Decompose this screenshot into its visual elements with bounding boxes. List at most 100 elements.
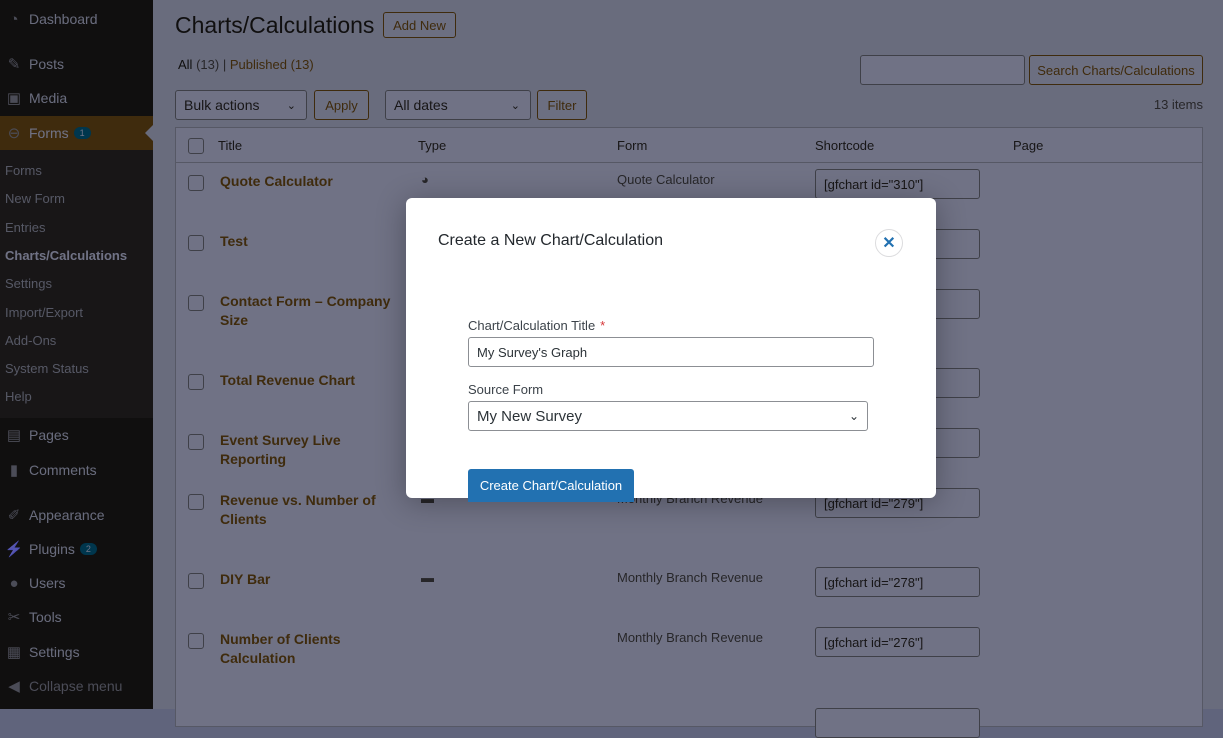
sidebar-item-label: Pages <box>29 427 69 443</box>
chart-title-link[interactable]: Quote Calculator <box>220 172 405 191</box>
chart-title-link[interactable]: Test <box>220 232 405 251</box>
shortcode-field[interactable]: [gfchart id="278"] <box>815 567 980 597</box>
row-checkbox[interactable] <box>188 175 204 191</box>
form-name: Monthly Branch Revenue <box>617 630 763 645</box>
items-count: 13 items <box>1153 97 1203 112</box>
comment-icon: ▮ <box>9 462 19 479</box>
create-chart-modal: Create a New Chart/Calculation ✕ Chart/C… <box>406 198 936 502</box>
column-header-type[interactable]: Type <box>418 138 446 153</box>
pie-chart-icon: ◕ <box>421 172 429 187</box>
sidebar-item-label: Tools <box>29 609 62 625</box>
add-new-button[interactable]: Add New <box>383 12 456 38</box>
submenu-item[interactable]: Charts/Calculations <box>5 248 127 263</box>
column-header-form[interactable]: Form <box>617 138 647 153</box>
sidebar-item-label: Collapse menu <box>29 678 123 694</box>
dashboard-icon: ◔ <box>9 10 19 28</box>
modal-title: Create a New Chart/Calculation <box>438 232 663 249</box>
select-all-checkbox[interactable] <box>188 138 204 154</box>
media-icon: ▣ <box>6 90 22 107</box>
sidebar-item-label: Media <box>29 90 68 106</box>
status-filter: All (13) | Published (13) <box>178 57 314 72</box>
search-input[interactable] <box>860 55 1025 85</box>
sidebar-item-posts[interactable]: ✎ Posts <box>0 47 153 81</box>
sidebar-item-label: Appearance <box>29 507 105 523</box>
row-checkbox[interactable] <box>188 295 204 311</box>
form-name: Monthly Branch Revenue <box>617 570 763 585</box>
forms-icon: ⊖ <box>7 125 21 142</box>
sidebar-item-plugins[interactable]: ⚡ Plugins 2 <box>0 532 153 566</box>
submenu-item[interactable]: System Status <box>5 361 89 376</box>
filter-all[interactable]: All (13) <box>178 57 219 72</box>
chart-title-link[interactable]: Number of Clients Calculation <box>220 630 405 668</box>
create-chart-button[interactable]: Create Chart/Calculation <box>468 469 634 502</box>
bar-chart-icon: ▬ <box>421 570 434 585</box>
form-name: Quote Calculator <box>617 172 715 187</box>
chart-title-link[interactable]: Revenue vs. Number of Clients <box>220 491 405 529</box>
filter-button[interactable]: Filter <box>537 90 587 120</box>
column-header-page[interactable]: Page <box>1013 138 1043 153</box>
dates-select[interactable]: All dates ⌄ <box>385 90 531 120</box>
sidebar-item-tools[interactable]: ✂ Tools <box>0 600 153 634</box>
shortcode-field[interactable] <box>815 708 980 738</box>
search-button[interactable]: Search Charts/Calculations <box>1029 55 1203 85</box>
sidebar-item-settings[interactable]: ▦ Settings <box>0 635 153 669</box>
pin-icon: ✎ <box>7 56 21 73</box>
sidebar-item-collapse-menu[interactable]: ◀ Collapse menu <box>0 669 153 703</box>
row-checkbox[interactable] <box>188 494 204 510</box>
chart-title-link[interactable]: Contact Form – Company Size <box>220 292 405 330</box>
submenu-item[interactable]: Add-Ons <box>5 333 56 348</box>
row-checkbox[interactable] <box>188 573 204 589</box>
settings-icon: ▦ <box>6 644 22 661</box>
admin-sidebar: Forms New Form Entries Charts/Calculations S… <box>0 0 153 709</box>
row-checkbox[interactable] <box>188 374 204 390</box>
page-title: Charts/Calculations <box>175 12 375 38</box>
sidebar-item-label: Users <box>29 575 66 591</box>
count-badge: 2 <box>79 543 97 555</box>
submenu-item[interactable]: Forms <box>5 163 42 178</box>
column-header-title[interactable]: Title <box>218 138 242 153</box>
submenu-item[interactable]: New Form <box>5 191 65 206</box>
plugin-icon: ⚡ <box>4 541 24 558</box>
header-divider <box>176 162 1202 163</box>
source-form-label: Source Form <box>468 382 544 397</box>
sidebar-item-appearance[interactable]: ✐ Appearance <box>0 498 153 532</box>
sidebar-item-comments[interactable]: ▮ Comments <box>0 453 153 487</box>
sidebar-item-label: Dashboard <box>29 11 98 27</box>
sidebar-item-pages[interactable]: ▤ Pages <box>0 418 153 452</box>
submenu-item[interactable]: Help <box>5 389 32 404</box>
sidebar-item-label: Forms <box>29 125 69 141</box>
chevron-down-icon: ⌄ <box>848 409 859 423</box>
chart-title-input[interactable] <box>468 337 874 367</box>
collapse-icon: ◀ <box>8 678 20 695</box>
chart-title-link[interactable]: Event Survey Live Reporting <box>220 431 405 469</box>
row-checkbox[interactable] <box>188 434 204 450</box>
shortcode-field[interactable]: [gfchart id="276"] <box>815 627 980 657</box>
forms-submenu: Forms New Form Entries Charts/Calculations S… <box>0 150 153 418</box>
wrench-icon: ✂ <box>7 609 21 626</box>
apply-button[interactable]: Apply <box>314 90 369 120</box>
filter-published[interactable]: Published (13) <box>230 57 314 72</box>
submenu-item[interactable]: Entries <box>5 220 45 235</box>
shortcode-field[interactable]: [gfchart id="310"] <box>815 169 980 199</box>
column-header-shortcode[interactable]: Shortcode <box>815 138 874 153</box>
sidebar-item-users[interactable]: ● Users <box>0 566 153 600</box>
sidebar-item-label: Posts <box>29 56 65 72</box>
sidebar-item-label: Settings <box>29 644 80 660</box>
bulk-actions-select[interactable]: Bulk actions ⌄ <box>175 90 307 120</box>
count-badge: 1 <box>73 127 91 139</box>
submenu-item[interactable]: Import/Export <box>5 305 83 320</box>
chevron-down-icon: ⌄ <box>286 99 296 112</box>
chevron-down-icon: ⌄ <box>510 99 520 112</box>
sidebar-item-media[interactable]: ▣ Media <box>0 81 153 115</box>
row-checkbox[interactable] <box>188 633 204 649</box>
chart-title-link[interactable]: Total Revenue Chart <box>220 371 405 390</box>
chart-title-link[interactable]: DIY Bar <box>220 570 405 589</box>
sidebar-item-dashboard[interactable]: ◔ Dashboard <box>0 2 153 36</box>
row-checkbox[interactable] <box>188 235 204 251</box>
submenu-item[interactable]: Settings <box>5 276 52 291</box>
source-form-select[interactable]: My New Survey ⌄ <box>468 401 868 431</box>
pages-icon: ▤ <box>6 427 22 444</box>
close-icon[interactable]: ✕ <box>875 229 903 257</box>
sidebar-item-forms[interactable]: ⊖ Forms 1 <box>0 116 153 150</box>
brush-icon: ✐ <box>7 507 21 524</box>
